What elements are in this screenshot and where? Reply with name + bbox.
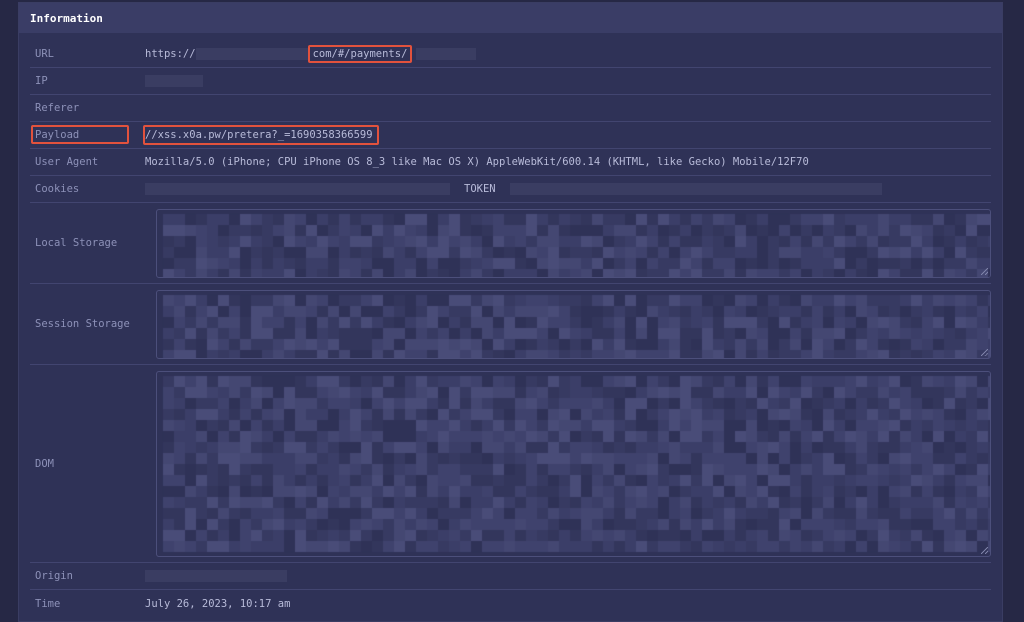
- panel-title: Information: [30, 11, 103, 25]
- row-origin: Origin: [30, 563, 991, 590]
- row-session-storage: Session Storage: [30, 284, 991, 365]
- row-referer: Referer: [30, 95, 991, 122]
- resize-handle-icon[interactable]: [981, 268, 988, 275]
- ip-redacted: [145, 75, 203, 87]
- payload-value[interactable]: //xss.x0a.pw/pretera?_=1690358366599: [143, 125, 379, 145]
- local-storage-label: Local Storage: [35, 237, 118, 249]
- ip-label: IP: [35, 75, 48, 87]
- cookies-value: TOKEN: [145, 183, 882, 195]
- url-value[interactable]: https:// com/#/payments/: [145, 45, 477, 63]
- row-time: Time July 26, 2023, 10:17 am: [30, 590, 991, 617]
- row-url: URL https:// com/#/payments/: [30, 41, 991, 68]
- local-storage-textarea[interactable]: [156, 209, 991, 278]
- time-label: Time: [35, 597, 61, 610]
- dom-redacted-content: [157, 372, 990, 556]
- cookies-redacted-1: [145, 183, 450, 195]
- origin-value: [145, 570, 287, 582]
- payload-text: //xss.x0a.pw/pretera?_=1690358366599: [145, 129, 373, 141]
- url-label: URL: [35, 48, 54, 60]
- payload-label-highlight-box: [31, 125, 129, 144]
- resize-handle-icon[interactable]: [981, 349, 988, 356]
- row-cookies: Cookies TOKEN: [30, 176, 991, 203]
- local-storage-redacted-content: [157, 210, 990, 277]
- url-prefix: https://: [145, 48, 196, 60]
- row-local-storage: Local Storage: [30, 203, 991, 284]
- row-ip: IP: [30, 68, 991, 95]
- cookies-redacted-2: [509, 183, 882, 195]
- cookies-label: Cookies: [35, 183, 80, 195]
- row-payload: Payload //xss.x0a.pw/pretera?_=169035836…: [30, 122, 991, 149]
- row-user-agent: User Agent Mozilla/5.0 (iPhone; CPU iPho…: [30, 149, 991, 176]
- dom-label: DOM: [35, 457, 54, 470]
- origin-redacted: [145, 570, 287, 582]
- origin-label: Origin: [35, 570, 73, 582]
- panel-header: Information: [19, 3, 1002, 33]
- session-storage-redacted-content: [157, 291, 990, 358]
- info-rows: URL https:// com/#/payments/ IP Referer: [30, 41, 991, 617]
- session-storage-label: Session Storage: [35, 318, 130, 330]
- referer-label: Referer: [35, 102, 80, 114]
- time-value: July 26, 2023, 10:17 am: [145, 597, 291, 610]
- ip-value: [145, 75, 203, 87]
- dom-textarea[interactable]: [156, 371, 991, 557]
- user-agent-label: User Agent: [35, 156, 99, 168]
- row-dom: DOM: [30, 365, 991, 563]
- user-agent-value: Mozilla/5.0 (iPhone; CPU iPhone OS 8_3 l…: [145, 156, 809, 168]
- resize-handle-icon[interactable]: [981, 547, 988, 554]
- url-highlight-box: com/#/payments/: [307, 45, 413, 63]
- url-path: com/#/payments/: [312, 48, 408, 60]
- cookies-token-text: TOKEN: [464, 183, 496, 195]
- url-redacted-suffix: [416, 48, 477, 60]
- url-redacted-domain: [195, 48, 308, 60]
- session-storage-textarea[interactable]: [156, 290, 991, 359]
- information-panel: Information URL https:// com/#/payments/…: [18, 2, 1003, 622]
